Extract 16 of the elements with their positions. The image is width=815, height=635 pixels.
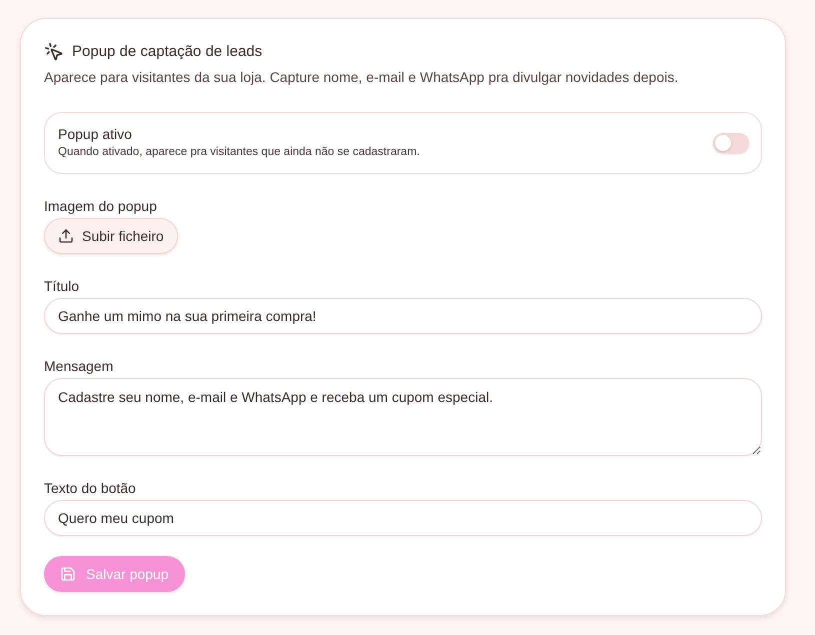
field-label: Título: [44, 277, 80, 295]
save-icon: [60, 566, 76, 582]
field-label: Texto do botão: [44, 479, 137, 497]
section-description: Aparece para visitantes da sua loja. Capture nome, e-mail e WhatsApp pra divulgar novidades depois.: [44, 68, 680, 87]
upload-icon: [58, 228, 74, 244]
upload-button[interactable]: Subir ficheiro: [44, 218, 178, 254]
field-label: Mensagem: [44, 357, 114, 375]
pointer-click-icon: [44, 42, 64, 62]
toggle-switch[interactable]: [713, 133, 749, 153]
text-input[interactable]: Ganhe um mimo na sua primeira compra!: [44, 298, 762, 334]
text-input[interactable]: Quero meu cupom: [44, 500, 762, 536]
message-textarea[interactable]: Cadastre seu nome, e-mail e WhatsApp e receba um cupom especial.: [44, 378, 762, 456]
section-title: Popup de captação de leads: [72, 42, 262, 62]
field-label: Imagem do popup: [44, 197, 157, 215]
toggle-label: Popup ativo: [58, 125, 133, 144]
toggle-hint: Quando ativado, aparece pra visitantes que ainda não se cadastraram.: [58, 145, 420, 160]
